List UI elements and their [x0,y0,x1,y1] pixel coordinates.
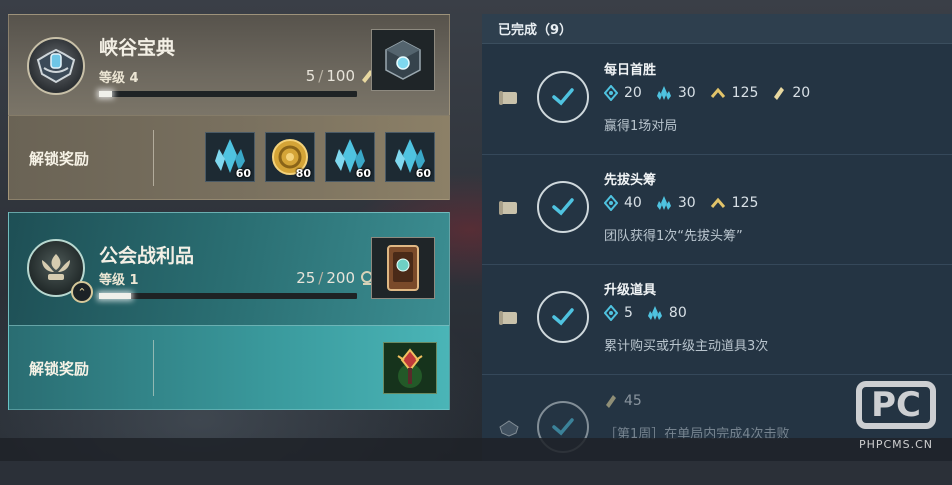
mission-rewards: 45 [604,393,642,409]
reward-value: 125 [731,85,759,101]
pass-card-guild[interactable]: ⌃ 公会战利品 等级 1 25/200 解锁奖励 [8,212,450,410]
blue-gem-icon [604,85,618,101]
pass-title: 公会战利品 [99,245,195,267]
completed-header: 已完成（9） [482,14,952,44]
reward-value: 40 [624,195,642,211]
gold-chevron-icon [710,87,725,98]
pass-title: 峡谷宝典 [99,37,176,59]
pass-progress-bar [99,91,357,97]
progress-total: 200 [326,269,355,287]
unlock-rewards-row: 解锁奖励 [8,326,450,410]
mission-title: 每日首胜 [604,63,657,78]
reward-value: 30 [677,85,696,101]
mission-title: 先拔头筹 [604,173,657,188]
reward-crystal[interactable]: 60 [205,132,255,182]
divider [153,340,154,396]
progress-total: 100 [326,67,355,85]
completed-check-icon [537,71,589,123]
rank-up-icon: ⌃ [71,281,93,303]
unlock-rewards-label: 解锁奖励 [29,360,90,378]
reward-qty: 60 [415,167,431,180]
progress-current: 25 [296,269,316,287]
progress-separator: / [318,67,324,85]
pass-level: 等级 4 [99,71,139,86]
pass-progress-text: 5/100 [306,67,355,85]
progress-separator: / [318,269,324,287]
completed-check-icon [537,291,589,343]
reward-gold-chevron: 125 [710,195,759,211]
completed-check-icon [537,181,589,233]
chest-icon [385,40,421,80]
reward-crystal[interactable]: 60 [385,132,435,182]
bottom-shadow [0,438,952,461]
mission-description: 赢得1场对局 [604,119,678,134]
mission-title: 升级道具 [604,283,657,298]
reward-blue-crystal: 30 [656,195,696,211]
scroll-icon [499,201,517,215]
mission-rewards: 40 30 125 [604,195,758,211]
pass-reward-chest[interactable] [371,29,435,91]
mission-item[interactable]: 每日首胜 20 30 125 20 赢得1场对局 [482,45,952,155]
reward-value: 125 [731,195,759,211]
pass-progress-text: 25/200 [296,269,355,287]
reward-qty: 80 [295,167,311,180]
blue-crystal-icon [647,306,662,320]
ward-icon [397,348,423,388]
reward-blue-crystal: 30 [656,85,696,101]
pass-level: 等级 1 [99,273,139,288]
mission-item[interactable]: 先拔头筹 40 30 125 团队获得1次“先拔头筹” [482,155,952,265]
watermark-logo: PC [856,381,936,429]
pass-progress-bar [99,293,357,299]
reward-blue-crystal: 80 [647,305,687,321]
pass-card-canyon[interactable]: 峡谷宝典 等级 4 5/100 解锁奖励 60 80 60 60 [8,14,450,200]
mission-description: 累计购买或升级主动道具3次 [604,339,769,354]
gold-chevron-icon [710,197,725,208]
progress-current: 5 [305,67,316,85]
reward-value: 30 [677,195,696,211]
divider [153,130,154,186]
watermark-text: PHPCMS.CN [858,438,934,451]
card-icon [387,245,419,291]
reward-qty: 60 [355,167,371,180]
reward-value: 20 [792,85,811,101]
scroll-icon [499,91,517,105]
unlock-rewards-row: 解锁奖励 60 80 60 60 [8,116,450,200]
pass-reward-card[interactable] [371,237,435,299]
canyon-emblem-icon [499,420,519,437]
unlock-rewards-label: 解锁奖励 [29,150,90,168]
pass-card-header[interactable]: 峡谷宝典 等级 4 5/100 [8,14,450,116]
reward-value: 20 [624,85,642,101]
watermark: PC PHPCMS.CN [850,381,942,451]
reward-qty: 60 [235,167,251,180]
mission-item[interactable]: 升级道具 5 80 累计购买或升级主动道具3次 [482,265,952,375]
blue-gem-icon [604,195,618,211]
scroll-icon [499,311,517,325]
gold-ticket-icon [606,395,616,408]
mission-rewards: 5 80 [604,305,687,321]
canyon-emblem-icon [27,37,85,95]
pass-progress-fill [99,91,112,97]
reward-gold-ticket: 45 [604,393,642,409]
gold-ticket-icon [774,87,785,100]
reward-ward-skin[interactable] [383,342,437,394]
reward-value: 45 [624,393,642,409]
reward-gold-coin[interactable]: 80 [265,132,315,182]
reward-blue-gem: 20 [604,85,642,101]
blue-crystal-icon [656,86,671,100]
reward-crystal[interactable]: 60 [325,132,375,182]
pass-card-header[interactable]: ⌃ 公会战利品 等级 1 25/200 [8,212,450,326]
reward-value: 5 [624,305,633,321]
blue-crystal-icon [656,196,671,210]
mission-rewards: 20 30 125 20 [604,85,810,101]
reward-blue-gem: 5 [604,305,633,321]
reward-value: 80 [668,305,687,321]
reward-blue-gem: 40 [604,195,642,211]
blue-gem-icon [604,305,618,321]
mission-description: 团队获得1次“先拔头筹” [604,229,743,244]
reward-gold-chevron: 125 [710,85,759,101]
pass-progress-fill [99,293,132,299]
reward-gold-ticket: 20 [772,85,810,101]
